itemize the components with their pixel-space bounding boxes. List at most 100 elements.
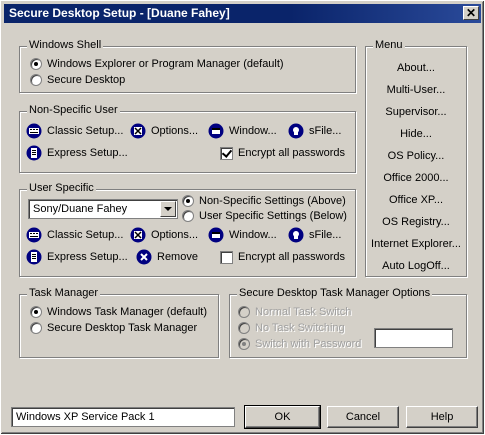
us-window-button[interactable]: Window... — [208, 226, 277, 244]
remove-icon — [136, 249, 152, 265]
keyboard-icon — [26, 123, 42, 139]
options-x-icon — [130, 123, 146, 139]
us-window-label: Window... — [229, 229, 277, 241]
us-remove-label: Remove — [157, 251, 198, 263]
menu-group: Menu About... Multi-User... Supervisor..… — [365, 39, 467, 277]
sd-password-input[interactable] — [374, 328, 453, 348]
windows-shell-group: Windows Shell Windows Explorer or Progra… — [19, 39, 356, 93]
menu-item-os-registry[interactable]: OS Registry... — [366, 214, 466, 230]
express-icon — [26, 145, 42, 161]
options-x-icon — [130, 227, 146, 243]
keyboard-icon — [26, 227, 42, 243]
ns-options-button[interactable]: Options... — [130, 122, 198, 140]
ns-window-button[interactable]: Window... — [208, 122, 277, 140]
sd-switch-with-password-label: Switch with Password — [255, 338, 362, 350]
window-icon — [208, 227, 224, 243]
menu-item-hide[interactable]: Hide... — [366, 126, 466, 142]
user-select-value: Sony/Duane Fahey — [33, 203, 128, 215]
us-remove-button[interactable]: Remove — [136, 248, 198, 266]
window-title: Secure Desktop Setup - [Duane Fahey] — [9, 6, 230, 20]
shell-explorer-label: Windows Explorer or Program Manager (def… — [47, 58, 284, 70]
menu-item-office-xp[interactable]: Office XP... — [366, 192, 466, 208]
menu-item-multi-user[interactable]: Multi-User... — [366, 82, 466, 98]
radio-dot-on — [30, 306, 42, 318]
us-sfile-button[interactable]: sFile... — [288, 226, 341, 244]
sd-normal-task-switch-radio[interactable]: Normal Task Switch — [238, 304, 351, 320]
help-button[interactable]: Help — [406, 406, 478, 428]
radio-dot — [30, 322, 42, 334]
user-specific-title: User Specific — [27, 182, 96, 194]
status-text: Windows XP Service Pack 1 — [16, 411, 155, 423]
ns-window-label: Window... — [229, 125, 277, 137]
us-classic-setup-label: Classic Setup... — [47, 229, 124, 241]
non-specific-user-title: Non-Specific User — [27, 104, 120, 116]
task-manager-group: Task Manager Windows Task Manager (defau… — [19, 287, 219, 358]
menu-title: Menu — [373, 39, 405, 51]
us-userspecific-settings-label: User Specific Settings (Below) — [199, 210, 347, 222]
us-express-setup-label: Express Setup... — [47, 251, 128, 263]
shell-secure-desktop-label: Secure Desktop — [47, 74, 126, 86]
ns-express-setup-button[interactable]: Express Setup... — [26, 144, 128, 162]
us-express-setup-button[interactable]: Express Setup... — [26, 248, 128, 266]
task-manager-title: Task Manager — [27, 287, 101, 299]
sd-no-task-switching-radio[interactable]: No Task Switching — [238, 320, 345, 336]
cancel-button[interactable]: Cancel — [327, 406, 399, 428]
non-specific-user-group: Non-Specific User Classic Setup... Optio… — [19, 104, 356, 173]
radio-dot-on — [238, 338, 250, 350]
sfile-icon — [288, 123, 304, 139]
us-options-button[interactable]: Options... — [130, 226, 198, 244]
ns-encrypt-label: Encrypt all passwords — [238, 147, 345, 159]
user-select-dropdown[interactable]: Sony/Duane Fahey — [28, 199, 178, 219]
dropdown-arrow-button[interactable] — [160, 201, 176, 217]
menu-item-internet-explorer[interactable]: Internet Explorer... — [366, 236, 466, 252]
radio-dot-on — [30, 58, 42, 70]
tm-secure-desktop-radio[interactable]: Secure Desktop Task Manager — [30, 320, 197, 336]
windows-shell-title: Windows Shell — [27, 39, 104, 51]
menu-item-auto-logoff[interactable]: Auto LogOff... — [366, 258, 466, 274]
ns-sfile-label: sFile... — [309, 125, 342, 137]
ns-encrypt-checkbox[interactable]: Encrypt all passwords — [220, 145, 345, 161]
us-sfile-label: sFile... — [309, 229, 342, 241]
setup-window: Secure Desktop Setup - [Duane Fahey] ✕ W… — [0, 0, 485, 435]
user-specific-group: User Specific Sony/Duane Fahey Non-Speci… — [19, 182, 356, 277]
us-nonspecific-settings-radio[interactable]: Non-Specific Settings (Above) — [182, 193, 346, 209]
ns-options-label: Options... — [151, 125, 199, 137]
sd-normal-task-switch-label: Normal Task Switch — [255, 306, 352, 318]
sd-task-manager-options-group: Secure Desktop Task Manager Options Norm… — [229, 287, 467, 358]
status-text-field: Windows XP Service Pack 1 — [11, 407, 235, 427]
sd-task-manager-options-title: Secure Desktop Task Manager Options — [237, 287, 433, 299]
radio-dot-on — [182, 195, 194, 207]
radio-dot — [182, 210, 194, 222]
shell-explorer-radio[interactable]: Windows Explorer or Program Manager (def… — [30, 56, 284, 72]
menu-item-os-policy[interactable]: OS Policy... — [366, 148, 466, 164]
us-classic-setup-button[interactable]: Classic Setup... — [26, 226, 123, 244]
ns-classic-setup-button[interactable]: Classic Setup... — [26, 122, 123, 140]
close-button[interactable]: ✕ — [463, 6, 479, 20]
radio-dot — [238, 322, 250, 334]
ok-button[interactable]: OK — [244, 405, 321, 429]
sd-no-task-switching-label: No Task Switching — [255, 322, 345, 334]
ns-express-setup-label: Express Setup... — [47, 147, 128, 159]
ns-sfile-button[interactable]: sFile... — [288, 122, 341, 140]
us-nonspecific-settings-label: Non-Specific Settings (Above) — [199, 195, 346, 207]
checkbox-box-checked — [220, 146, 233, 160]
tm-secure-desktop-label: Secure Desktop Task Manager — [47, 322, 198, 334]
shell-secure-desktop-radio[interactable]: Secure Desktop — [30, 72, 125, 88]
express-icon — [26, 249, 42, 265]
checkbox-box — [220, 250, 233, 264]
sfile-icon — [288, 227, 304, 243]
us-encrypt-checkbox[interactable]: Encrypt all passwords — [220, 249, 345, 265]
sd-switch-with-password-radio[interactable]: Switch with Password — [238, 336, 361, 352]
close-icon: ✕ — [465, 6, 477, 20]
menu-item-about[interactable]: About... — [366, 60, 466, 76]
us-options-label: Options... — [151, 229, 199, 241]
menu-item-supervisor[interactable]: Supervisor... — [366, 104, 466, 120]
window-icon — [208, 123, 224, 139]
tm-windows-label: Windows Task Manager (default) — [47, 306, 207, 318]
tm-windows-radio[interactable]: Windows Task Manager (default) — [30, 304, 207, 320]
menu-item-office-2000[interactable]: Office 2000... — [366, 170, 466, 186]
radio-dot — [238, 306, 250, 318]
ns-classic-setup-label: Classic Setup... — [47, 125, 124, 137]
us-userspecific-settings-radio[interactable]: User Specific Settings (Below) — [182, 208, 347, 224]
radio-dot — [30, 74, 42, 86]
